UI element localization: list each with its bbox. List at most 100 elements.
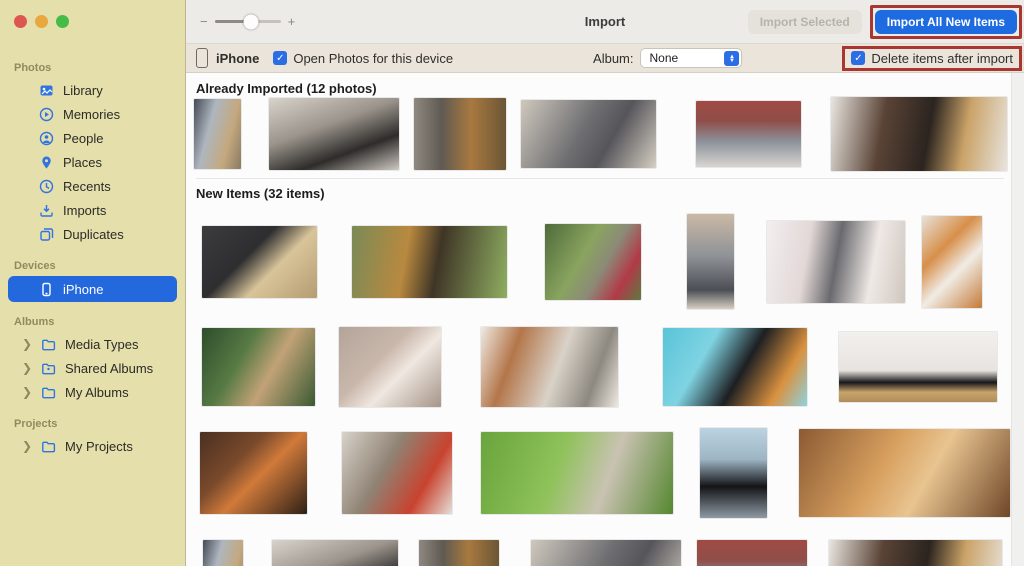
sidebar-sections: Photos Library Memories People PlacesRecents… xyxy=(0,48,185,458)
photo-thumbnail-sleeping-cat-partial[interactable] xyxy=(697,540,807,566)
sidebar-item-label: My Albums xyxy=(65,385,129,400)
places-icon xyxy=(38,154,55,171)
photo-thumbnail-orange-white-kitten[interactable] xyxy=(922,216,982,308)
album-selector-group: Album: None ▲ ▼ xyxy=(593,48,742,68)
sidebar-item-recents[interactable]: Recents xyxy=(8,174,177,198)
open-photos-label: Open Photos for this device xyxy=(293,51,453,66)
sidebar-item-label: Duplicates xyxy=(63,227,124,242)
photo-thumbnail-tabby-in-garden[interactable] xyxy=(545,224,641,300)
sidebar-item-shared-albums[interactable]: ❯Shared Albums xyxy=(8,356,177,380)
sidebar-item-people[interactable]: People xyxy=(8,126,177,150)
memories-icon xyxy=(38,106,55,123)
chevron-right-icon[interactable]: ❯ xyxy=(22,439,30,453)
select-stepper-icon[interactable]: ▲ ▼ xyxy=(725,51,740,66)
chevron-right-icon[interactable]: ❯ xyxy=(22,337,30,351)
sidebar-item-places[interactable]: Places xyxy=(8,150,177,174)
sidebar-item-iphone[interactable]: iPhone xyxy=(8,276,177,302)
section-divider xyxy=(196,178,1004,179)
chevron-right-icon[interactable]: ❯ xyxy=(22,385,30,399)
album-select[interactable]: None ▲ ▼ xyxy=(641,48,743,68)
photo-thumbnail-gray-cat-partial[interactable] xyxy=(531,540,681,566)
toolbar-actions: Import Selected Import All New Items xyxy=(748,5,1024,39)
sidebar-item-my-projects[interactable]: ❯ My Projects xyxy=(8,434,177,458)
device-info: iPhone ✓ Open Photos for this device xyxy=(196,48,453,68)
photo-thumbnail-cats-on-windowsill[interactable] xyxy=(839,332,997,402)
sidebar-item-memories[interactable]: Memories xyxy=(8,102,177,126)
folder-icon xyxy=(40,384,57,401)
delete-items-label: Delete items after import xyxy=(871,51,1013,66)
photo-thumbnail-brown-cat-log-wall[interactable] xyxy=(831,97,1007,171)
shared-folder-icon xyxy=(40,360,57,377)
photo-thumbnail-sleeping-cat-red-couch[interactable] xyxy=(696,101,801,167)
photo-thumbnail-tabby-on-stairs[interactable] xyxy=(414,98,506,170)
sidebar-item-duplicates[interactable]: Duplicates xyxy=(8,222,177,246)
thumbnail-zoom-slider[interactable]: − + xyxy=(200,14,295,29)
photo-thumbnail-black-cat-outdoors[interactable] xyxy=(700,428,767,518)
photo-row xyxy=(186,96,1010,172)
photo-thumbnail-gray-kitten-with-bowl[interactable] xyxy=(687,214,734,309)
open-photos-checkbox[interactable]: ✓ xyxy=(273,51,287,65)
import-all-new-items-button[interactable]: Import All New Items xyxy=(875,10,1017,34)
sidebar-item-library[interactable]: Library xyxy=(8,78,177,102)
annotation-box-delete-items: ✓ Delete items after import xyxy=(842,46,1022,71)
album-selected-value: None xyxy=(650,51,679,65)
photo-thumbnail-tan-cat-by-window[interactable] xyxy=(194,99,241,169)
annotation-box-import-all: Import All New Items xyxy=(870,5,1022,39)
chevron-right-icon[interactable]: ❯ xyxy=(22,361,30,375)
recents-icon xyxy=(38,178,55,195)
photo-thumbnail-two-white-kittens[interactable] xyxy=(767,221,905,303)
photo-thumbnail-cat-at-puddle[interactable] xyxy=(200,432,307,514)
delete-items-checkbox-group[interactable]: ✓ Delete items after import xyxy=(851,51,1013,66)
photo-thumbnail-cat-with-pillows[interactable] xyxy=(481,327,618,407)
photo-thumbnail-tabby-stairs-partial[interactable] xyxy=(419,540,499,566)
page-title: Import xyxy=(585,14,625,29)
sidebar-item-my-albums[interactable]: ❯ My Albums xyxy=(8,380,177,404)
zoom-out-icon[interactable]: − xyxy=(200,14,208,29)
sidebar-item-label: Library xyxy=(63,83,103,98)
main-panel: − + Import Import Selected Import All Ne… xyxy=(186,0,1024,566)
sidebar-section-label: Photos xyxy=(0,62,185,78)
photo-thumbnail-cat-in-green-grass[interactable] xyxy=(481,432,673,514)
folder-icon xyxy=(40,438,57,455)
zoom-slider-knob[interactable] xyxy=(243,14,258,29)
import-selected-button[interactable]: Import Selected xyxy=(748,10,862,34)
photo-thumbnail-bengal-cat-grass[interactable] xyxy=(352,226,507,298)
sidebar-section-label: Projects xyxy=(0,418,185,434)
section-title: New Items (32 items) xyxy=(196,186,325,201)
sidebar-item-label: My Projects xyxy=(65,439,133,454)
sidebar-item-label: People xyxy=(63,131,103,146)
photo-thumbnail-black-white-cat-couch[interactable] xyxy=(269,98,399,170)
minimize-window-button[interactable] xyxy=(35,15,48,28)
open-photos-checkbox-group[interactable]: ✓ Open Photos for this device xyxy=(273,51,453,66)
delete-items-checkbox[interactable]: ✓ xyxy=(851,51,865,65)
sidebar-section-label: Devices xyxy=(0,260,185,276)
delete-after-import-area: ✓ Delete items after import xyxy=(842,46,1022,71)
photo-thumbnail-log-wall-cat-partial[interactable] xyxy=(829,540,1002,566)
library-icon xyxy=(38,82,55,99)
toolbar: − + Import Import Selected Import All Ne… xyxy=(186,0,1024,44)
sidebar-section-label: Albums xyxy=(0,316,185,332)
photo-thumbnail-black-white-cat-partial[interactable] xyxy=(272,540,398,566)
iphone-icon xyxy=(38,281,55,298)
album-label: Album: xyxy=(593,51,633,66)
photo-thumbnail-cream-cat-loaf[interactable] xyxy=(202,226,317,298)
photos-app-window: Photos Library Memories People PlacesRecents… xyxy=(0,0,1024,566)
sidebar: Photos Library Memories People PlacesRecents… xyxy=(0,0,186,566)
photo-thumbnail-orange-cat-on-laptop[interactable] xyxy=(663,328,807,406)
photo-thumbnail-kitten-with-red-badge[interactable] xyxy=(342,432,452,514)
photo-thumbnail-tan-cat-partial[interactable] xyxy=(203,540,243,566)
zoom-slider-track[interactable] xyxy=(215,20,281,23)
photo-thumbnail-caracal-in-forest[interactable] xyxy=(202,328,315,406)
photo-thumbnail-orange-cat-closeup[interactable] xyxy=(799,429,1010,517)
close-window-button[interactable] xyxy=(14,15,27,28)
people-icon xyxy=(38,130,55,147)
zoom-window-button[interactable] xyxy=(56,15,69,28)
photo-thumbnail-cartoon-kittens[interactable] xyxy=(339,327,441,407)
sidebar-item-media-types[interactable]: ❯Media Types xyxy=(8,332,177,356)
photo-thumbnail-gray-cat-lying[interactable] xyxy=(521,100,656,168)
photo-row xyxy=(186,538,1010,566)
sidebar-item-imports[interactable]: Imports xyxy=(8,198,177,222)
zoom-in-icon[interactable]: + xyxy=(288,14,296,29)
scrollbar-gutter[interactable] xyxy=(1011,73,1024,566)
folder-icon xyxy=(40,336,57,353)
